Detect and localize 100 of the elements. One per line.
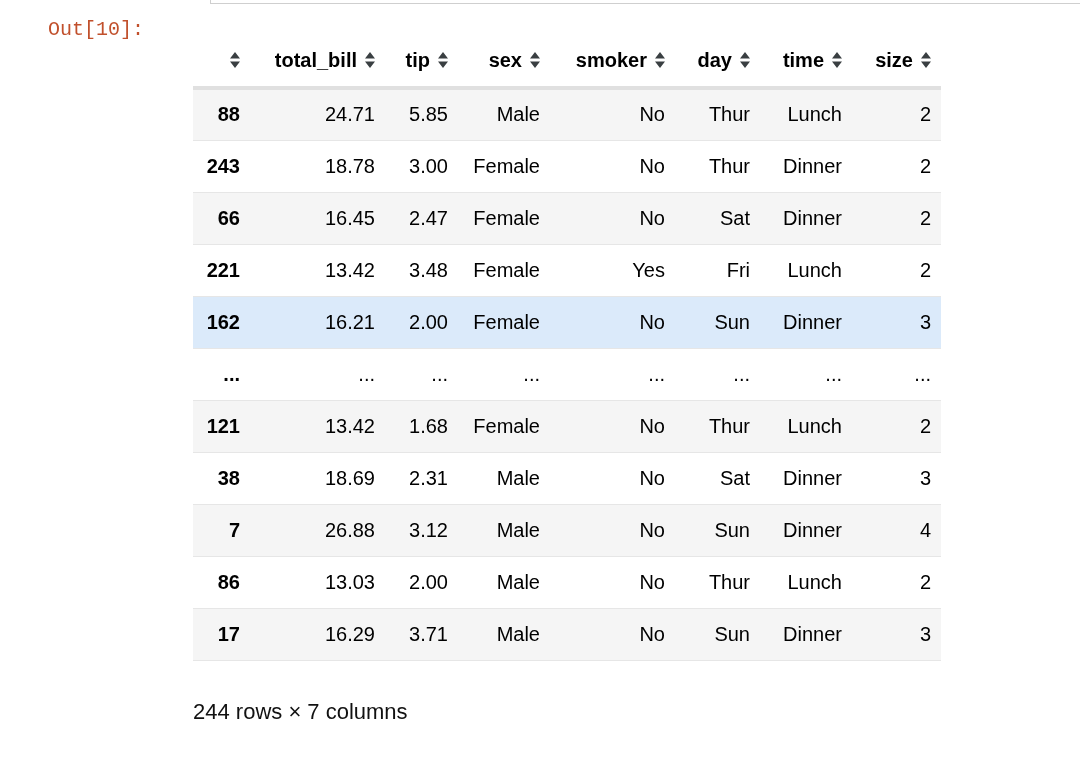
sort-icon[interactable] xyxy=(740,52,750,68)
sort-icon[interactable] xyxy=(655,52,665,68)
table-cell: Male xyxy=(496,570,540,593)
table-cell: 3 xyxy=(919,310,931,333)
column-header: day xyxy=(697,48,732,72)
table-cell: 13.42 xyxy=(324,414,375,437)
table-cell: 3.48 xyxy=(409,258,448,281)
table-cell: 2 xyxy=(919,258,931,281)
column-header: total_bill xyxy=(274,48,357,72)
table-cell: 18.69 xyxy=(324,466,375,489)
table-cell: 16.21 xyxy=(324,310,375,333)
row-index: 221 xyxy=(206,258,240,281)
table-cell: Thur xyxy=(708,570,750,593)
table-row[interactable]: 243 18.78 3.00 Female No Thur Dinner 2 xyxy=(193,140,941,192)
table-cell: Lunch xyxy=(787,103,842,126)
table-cell: 2.00 xyxy=(409,310,448,333)
table-cell: Thur xyxy=(708,414,750,437)
table-cell: Fri xyxy=(726,258,750,281)
sort-icon[interactable] xyxy=(230,52,240,68)
table-cell: 2 xyxy=(919,103,931,126)
sort-icon[interactable] xyxy=(832,52,842,68)
table-cell: 26.88 xyxy=(324,518,375,541)
table-cell: Sun xyxy=(714,518,750,541)
table-cell: Dinner xyxy=(783,518,842,541)
table-row[interactable]: 38 18.69 2.31 Male No Sat Dinner 3 xyxy=(193,452,941,504)
table-cell: Dinner xyxy=(783,466,842,489)
row-index: 243 xyxy=(206,154,240,177)
table-cell: No xyxy=(639,518,665,541)
table-cell: Female xyxy=(473,310,540,333)
table-cell: Male xyxy=(496,103,540,126)
output-prompt: Out[10]: xyxy=(47,17,145,43)
table-cell: Male xyxy=(496,466,540,489)
table-cell: Thur xyxy=(708,154,750,177)
table-cell: ... xyxy=(914,362,931,385)
table-cell: No xyxy=(639,310,665,333)
table-cell: Lunch xyxy=(787,570,842,593)
table-cell: 3.00 xyxy=(409,154,448,177)
table-cell: 13.03 xyxy=(324,570,375,593)
table-summary: 244 rows × 7 columns xyxy=(193,698,409,725)
row-index: 66 xyxy=(217,206,240,229)
table-cell: Thur xyxy=(708,103,750,126)
sort-icon[interactable] xyxy=(921,52,931,68)
table-cell: 2 xyxy=(919,154,931,177)
table-cell: 3.71 xyxy=(409,622,448,645)
row-index: 121 xyxy=(206,414,240,437)
table-cell: ... xyxy=(358,362,375,385)
table-cell: No xyxy=(639,466,665,489)
table-cell: ... xyxy=(733,362,750,385)
table-row[interactable]: 86 13.03 2.00 Male No Thur Lunch 2 xyxy=(193,556,941,608)
table-cell: Dinner xyxy=(783,206,842,229)
table-cell: No xyxy=(639,103,665,126)
table-row[interactable]: 17 16.29 3.71 Male No Sun Dinner 3 xyxy=(193,608,941,660)
table-cell: 16.45 xyxy=(324,206,375,229)
table-cell: Lunch xyxy=(787,414,842,437)
table-row[interactable]: 7 26.88 3.12 Male No Sun Dinner 4 xyxy=(193,504,941,556)
sort-icon[interactable] xyxy=(365,52,375,68)
table-cell: 4 xyxy=(919,518,931,541)
table-cell: 5.85 xyxy=(409,103,448,126)
table-cell: 2 xyxy=(919,570,931,593)
table-row[interactable]: ... ... ... ... ... ... ... ... xyxy=(193,348,941,400)
table-cell: Sun xyxy=(714,310,750,333)
table-row[interactable]: 66 16.45 2.47 Female No Sat Dinner 2 xyxy=(193,192,941,244)
table-cell: Lunch xyxy=(787,258,842,281)
table-cell: No xyxy=(639,570,665,593)
column-header: tip xyxy=(405,48,430,72)
table-cell: ... xyxy=(431,362,448,385)
table-cell: Sat xyxy=(719,206,750,229)
row-index: 38 xyxy=(217,466,240,489)
table-cell: No xyxy=(639,414,665,437)
table-cell: 2 xyxy=(919,414,931,437)
table-row[interactable]: 221 13.42 3.48 Female Yes Fri Lunch 2 xyxy=(193,244,941,296)
table-cell: No xyxy=(639,622,665,645)
column-header: sex xyxy=(488,48,522,72)
table-cell: ... xyxy=(523,362,540,385)
column-header: smoker xyxy=(575,48,647,72)
sort-icon[interactable] xyxy=(438,52,448,68)
table-cell: 2.31 xyxy=(409,466,448,489)
table-cell: 1.68 xyxy=(409,414,448,437)
table-row[interactable]: 121 13.42 1.68 Female No Thur Lunch 2 xyxy=(193,400,941,452)
table-cell: ... xyxy=(648,362,665,385)
table-cell: 2.47 xyxy=(409,206,448,229)
table-cell: 3.12 xyxy=(409,518,448,541)
table-cell: Dinner xyxy=(783,154,842,177)
sort-icon[interactable] xyxy=(530,52,540,68)
column-header: size xyxy=(875,48,913,72)
row-index: 86 xyxy=(217,570,240,593)
table-cell: 18.78 xyxy=(324,154,375,177)
table-cell: 3 xyxy=(919,466,931,489)
row-index: ... xyxy=(223,362,240,385)
table-cell: Female xyxy=(473,154,540,177)
table-cell: 2.00 xyxy=(409,570,448,593)
row-index: 17 xyxy=(217,622,240,645)
table-cell: No xyxy=(639,154,665,177)
table-cell: 16.29 xyxy=(324,622,375,645)
table-row[interactable]: 88 24.71 5.85 Male No Thur Lunch 2 xyxy=(193,88,941,140)
table-cell: 13.42 xyxy=(324,258,375,281)
table-cell: Sat xyxy=(719,466,750,489)
table-cell: Dinner xyxy=(783,310,842,333)
row-index: 88 xyxy=(217,103,240,126)
table-cell: Female xyxy=(473,206,540,229)
